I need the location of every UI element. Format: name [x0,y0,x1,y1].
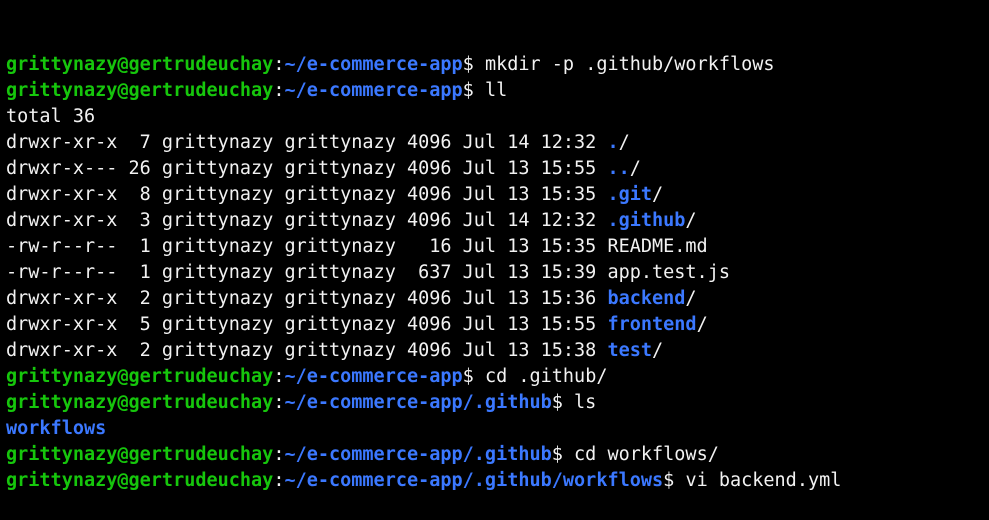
command-text: mkdir -p .github/workflows [484,54,775,75]
prompt-separator: : [273,444,285,465]
prompt-separator: : [273,470,285,491]
prompt-user-host: grittynazy@gertrudeuchay [6,80,274,101]
prompt-symbol: $ [551,392,575,413]
prompt-separator: : [273,366,285,387]
prompt-line: grittynazy@gertrudeuchay:~/e-commerce-ap… [6,364,983,390]
directory-slash: / [618,132,630,153]
ls-entry: -rw-r--r-- 1 grittynazy grittynazy 637 J… [6,260,983,286]
prompt-separator: : [273,54,285,75]
prompt-user-host: grittynazy@gertrudeuchay [6,54,274,75]
prompt-path: ~/e-commerce-app [284,54,463,75]
file-name: app.test.js [607,262,730,283]
ls-entry-details: drwxr-xr-x 8 grittynazy grittynazy 4096 … [6,184,608,205]
prompt-line: grittynazy@gertrudeuchay:~/e-commerce-ap… [6,78,983,104]
prompt-line: grittynazy@gertrudeuchay:~/e-commerce-ap… [6,468,983,494]
prompt-path: ~/e-commerce-app/.github/workflows [284,470,664,491]
ls-entry-details: -rw-r--r-- 1 grittynazy grittynazy 16 Ju… [6,236,608,257]
output-text: total 36 [6,106,96,127]
prompt-path: ~/e-commerce-app [284,80,463,101]
command-text: ls [574,392,597,413]
prompt-user-host: grittynazy@gertrudeuchay [6,470,274,491]
directory-name: .github [607,210,686,231]
command-text: cd .github/ [484,366,608,387]
prompt-line: grittynazy@gertrudeuchay:~/e-commerce-ap… [6,442,983,468]
directory-slash: / [685,210,697,231]
ls-entry-details: drwxr-xr-x 2 grittynazy grittynazy 4096 … [6,288,608,309]
prompt-path: ~/e-commerce-app [284,366,463,387]
directory-name: frontend [607,314,697,335]
ls-entry-details: drwxr-xr-x 7 grittynazy grittynazy 4096 … [6,132,608,153]
prompt-symbol: $ [462,366,485,387]
file-name: README.md [607,236,708,257]
ls-entry-details: drwxr-x--- 26 grittynazy grittynazy 4096… [6,158,608,179]
directory-name: .git [607,184,653,205]
directory-name: .. [607,158,630,179]
ls-entry-details: drwxr-xr-x 2 grittynazy grittynazy 4096 … [6,340,608,361]
ls-entry-details: drwxr-xr-x 3 grittynazy grittynazy 4096 … [6,210,608,231]
prompt-line: grittynazy@gertrudeuchay:~/e-commerce-ap… [6,390,983,416]
directory-slash: / [652,340,664,361]
prompt-path: ~/e-commerce-app/.github [284,444,552,465]
ls-entry: drwxr-x--- 26 grittynazy grittynazy 4096… [6,156,983,182]
prompt-path: ~/e-commerce-app/.github [284,392,552,413]
ls-entry: drwxr-xr-x 8 grittynazy grittynazy 4096 … [6,182,983,208]
prompt-symbol: $ [663,470,686,491]
output-line: total 36 [6,104,983,130]
directory-name: . [607,132,619,153]
directory-slash: / [696,314,708,335]
ls-entry: drwxr-xr-x 7 grittynazy grittynazy 4096 … [6,130,983,156]
directory-name: workflows [6,418,107,439]
directory-name: backend [607,288,686,309]
terminal-window[interactable]: grittynazy@gertrudeuchay:~/e-commerce-ap… [0,0,989,491]
prompt-line: grittynazy@gertrudeuchay:~/e-commerce-ap… [6,52,983,78]
directory-slash: / [629,158,641,179]
ls-entry: drwxr-xr-x 2 grittynazy grittynazy 4096 … [6,286,983,312]
directory-slash: / [652,184,664,205]
ls-entry: -rw-r--r-- 1 grittynazy grittynazy 16 Ju… [6,234,983,260]
ls-entry-details: drwxr-xr-x 5 grittynazy grittynazy 4096 … [6,314,608,335]
prompt-user-host: grittynazy@gertrudeuchay [6,392,274,413]
command-text: ll [484,80,508,101]
directory-slash: / [685,288,697,309]
ls-entry: drwxr-xr-x 5 grittynazy grittynazy 4096 … [6,312,983,338]
prompt-symbol: $ [462,54,485,75]
prompt-user-host: grittynazy@gertrudeuchay [6,366,274,387]
directory-name: test [607,340,653,361]
prompt-separator: : [273,392,285,413]
ls-entry: workflows [6,416,983,442]
prompt-symbol: $ [462,80,485,101]
prompt-user-host: grittynazy@gertrudeuchay [6,444,274,465]
command-text: cd workflows/ [574,444,719,465]
ls-entry: drwxr-xr-x 2 grittynazy grittynazy 4096 … [6,338,983,364]
prompt-symbol: $ [551,444,575,465]
prompt-separator: : [273,80,285,101]
ls-entry-details: -rw-r--r-- 1 grittynazy grittynazy 637 J… [6,262,608,283]
command-text: vi backend.yml [685,470,842,491]
ls-entry: drwxr-xr-x 3 grittynazy grittynazy 4096 … [6,208,983,234]
terminal-output: grittynazy@gertrudeuchay:~/e-commerce-ap… [6,52,983,494]
